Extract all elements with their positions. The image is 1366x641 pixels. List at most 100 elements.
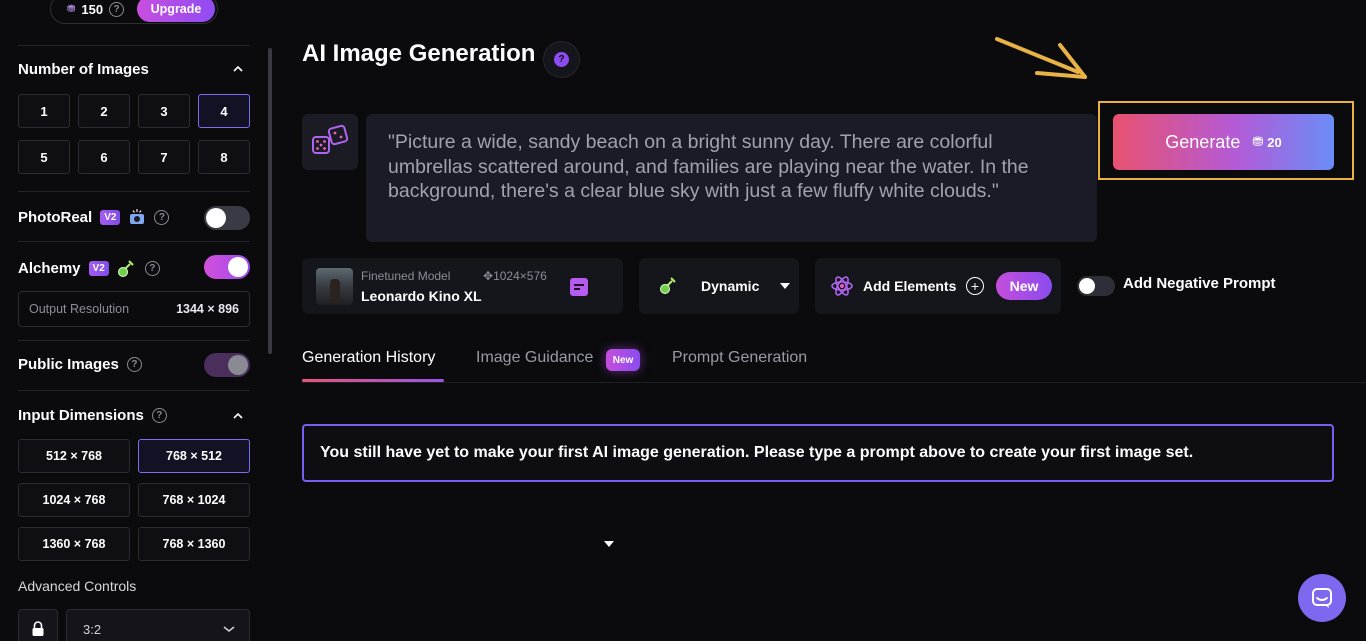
photoreal-help-icon[interactable]: ? bbox=[154, 209, 170, 225]
token-icon: ⛃ bbox=[1252, 134, 1264, 149]
negative-prompt-toggle[interactable] bbox=[1077, 276, 1115, 296]
public-images-help-icon[interactable]: ? bbox=[126, 357, 142, 372]
sidebar-scrollbar[interactable] bbox=[268, 48, 272, 354]
model-name: Leonardo Kino XL bbox=[361, 288, 482, 304]
images-count-1[interactable]: 1 bbox=[18, 94, 70, 128]
images-count-7[interactable]: 7 bbox=[138, 140, 190, 174]
divider bbox=[18, 241, 250, 242]
model-details-icon[interactable] bbox=[570, 278, 588, 296]
dimension-1024x768[interactable]: 1024 × 768 bbox=[18, 483, 130, 517]
dice-icon bbox=[312, 124, 349, 154]
image-guidance-new-badge: New bbox=[606, 349, 640, 371]
alchemy-label: Alchemy bbox=[18, 259, 81, 277]
style-selector[interactable]: Dynamic bbox=[639, 258, 799, 314]
images-count-6[interactable]: 6 bbox=[78, 140, 130, 174]
images-count-8[interactable]: 8 bbox=[198, 140, 250, 174]
caret-down-icon[interactable] bbox=[604, 541, 614, 547]
prompt-input[interactable]: "Picture a wide, sandy beach on a bright… bbox=[366, 114, 1097, 242]
photoreal-toggle[interactable] bbox=[204, 206, 250, 230]
chevron-up-icon[interactable] bbox=[233, 411, 243, 421]
arrow-annotation-icon bbox=[995, 37, 1087, 79]
advanced-controls-label: Advanced Controls bbox=[18, 578, 137, 594]
model-subtitle: Finetuned Model bbox=[361, 269, 451, 283]
number-of-images-title: Number of Images bbox=[18, 61, 149, 78]
negative-prompt-label: Add Negative Prompt bbox=[1123, 275, 1276, 292]
input-dimensions-title: Input Dimensions ? bbox=[18, 407, 167, 424]
dimension-768x512[interactable]: 768 × 512 bbox=[138, 439, 250, 473]
empty-history-notice: You still have yet to make your first AI… bbox=[302, 424, 1334, 482]
output-resolution-label: Output Resolution bbox=[29, 302, 130, 316]
dimension-768x1360[interactable]: 768 × 1360 bbox=[138, 527, 250, 561]
generate-label: Generate bbox=[1165, 131, 1241, 152]
toggle-knob bbox=[206, 208, 226, 228]
toggle-knob bbox=[228, 355, 248, 375]
support-chat-button[interactable] bbox=[1298, 574, 1346, 622]
photoreal-row: PhotoReal V2 ? bbox=[18, 208, 170, 226]
token-icon: ⛃ bbox=[67, 3, 76, 15]
alchemy-help-icon[interactable]: ? bbox=[144, 260, 160, 276]
upgrade-button[interactable]: Upgrade bbox=[137, 0, 215, 22]
chevron-down-icon bbox=[223, 626, 235, 633]
divider bbox=[18, 340, 250, 341]
divider bbox=[18, 45, 250, 46]
tab-generation-history[interactable]: Generation History bbox=[302, 349, 435, 367]
sidebar: ⛃ 150 ? Upgrade Number of Images 1 2 3 4… bbox=[0, 0, 262, 641]
chevron-up-icon[interactable] bbox=[233, 64, 243, 74]
credits-pill: ⛃ 150 ? Upgrade bbox=[50, 0, 218, 24]
dimension-1360x768[interactable]: 1360 × 768 bbox=[18, 527, 130, 561]
dimension-512x768[interactable]: 512 × 768 bbox=[18, 439, 130, 473]
alchemy-toggle[interactable] bbox=[204, 255, 250, 279]
toggle-knob bbox=[1079, 278, 1095, 294]
toggle-knob bbox=[228, 257, 248, 277]
camera-icon bbox=[130, 209, 145, 224]
alchemy-version-badge: V2 bbox=[88, 260, 109, 276]
images-count-4[interactable]: 4 bbox=[198, 94, 250, 128]
divider bbox=[18, 390, 250, 391]
output-resolution-value: 1344 × 896 bbox=[176, 302, 239, 316]
app: ⛃ 150 ? Upgrade Number of Images 1 2 3 4… bbox=[0, 0, 1366, 641]
output-resolution: Output Resolution 1344 × 896 bbox=[18, 291, 250, 327]
credits-count: 150 bbox=[81, 1, 104, 17]
photoreal-version-badge: V2 bbox=[100, 209, 121, 225]
move-icon: ✥ bbox=[483, 269, 494, 283]
photoreal-label: PhotoReal bbox=[18, 208, 93, 226]
public-images-label: Public Images bbox=[18, 356, 119, 373]
potion-icon bbox=[660, 277, 676, 294]
page-title: AI Image Generation bbox=[302, 40, 536, 67]
aspect-ratio-select[interactable]: 3:2 bbox=[66, 609, 250, 641]
images-count-2[interactable]: 2 bbox=[78, 94, 130, 128]
input-dimensions-help-icon[interactable]: ? bbox=[151, 408, 167, 423]
caret-down-icon[interactable] bbox=[780, 283, 790, 289]
model-thumbnail bbox=[316, 268, 353, 305]
dimension-768x1024[interactable]: 768 × 1024 bbox=[138, 483, 250, 517]
generate-cost: ⛃ 20 bbox=[1252, 134, 1281, 150]
public-images-row: Public Images ? bbox=[18, 356, 142, 373]
tab-divider bbox=[302, 382, 1366, 383]
style-value: Dynamic bbox=[701, 278, 760, 294]
chat-icon bbox=[1312, 588, 1332, 608]
aspect-ratio-value: 3:2 bbox=[83, 621, 102, 637]
question-icon: ? bbox=[554, 52, 569, 67]
lock-icon bbox=[32, 621, 44, 636]
alchemy-row: Alchemy V2 ? bbox=[18, 258, 160, 278]
potion-icon bbox=[117, 260, 134, 277]
plus-icon: + bbox=[966, 277, 984, 295]
page-help-button[interactable]: ? bbox=[543, 41, 580, 78]
generate-cost-value: 20 bbox=[1267, 134, 1282, 150]
images-count-3[interactable]: 3 bbox=[138, 94, 190, 128]
atom-icon bbox=[831, 276, 853, 296]
credits-help-icon[interactable]: ? bbox=[109, 1, 125, 17]
tab-image-guidance[interactable]: Image Guidance bbox=[476, 349, 593, 367]
model-selector[interactable]: Finetuned Model Leonardo Kino XL ✥1024×5… bbox=[302, 258, 623, 547]
add-elements-button[interactable]: Add Elements + New bbox=[815, 258, 1061, 314]
random-prompt-button[interactable] bbox=[302, 114, 358, 170]
aspect-lock-button[interactable] bbox=[18, 609, 58, 641]
public-images-toggle[interactable] bbox=[204, 353, 250, 377]
add-elements-label: Add Elements bbox=[863, 278, 957, 294]
tab-prompt-generation[interactable]: Prompt Generation bbox=[672, 349, 807, 367]
images-count-5[interactable]: 5 bbox=[18, 140, 70, 174]
elements-new-badge: New bbox=[996, 272, 1052, 300]
model-dimensions: ✥1024×576 bbox=[483, 269, 547, 283]
divider bbox=[18, 191, 250, 192]
generate-button[interactable]: Generate ⛃ 20 bbox=[1113, 114, 1334, 170]
